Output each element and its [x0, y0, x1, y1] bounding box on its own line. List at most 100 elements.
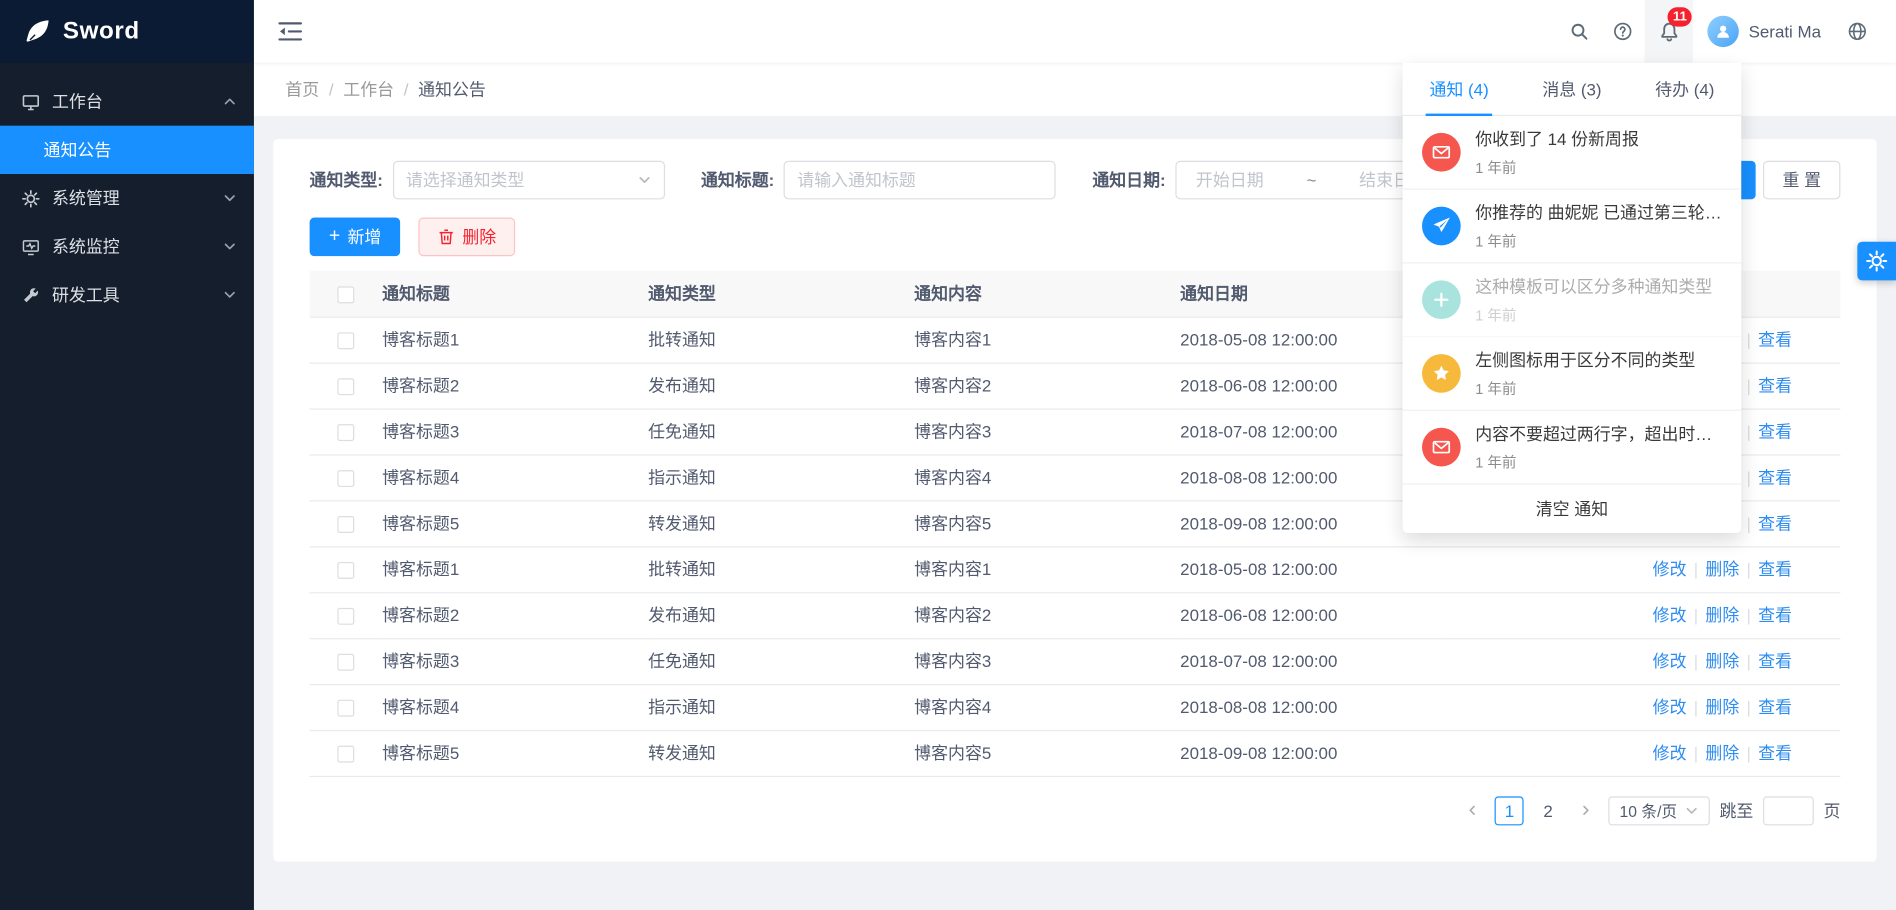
view-link[interactable]: 查看	[1758, 743, 1792, 762]
notice-title: 左侧图标用于区分不同的类型	[1475, 349, 1695, 372]
notice-time: 1 年前	[1475, 451, 1722, 472]
view-link[interactable]: 查看	[1758, 605, 1792, 624]
view-link[interactable]: 查看	[1758, 330, 1792, 349]
prev-page-button[interactable]	[1459, 796, 1486, 825]
delete-link[interactable]: 删除	[1705, 651, 1739, 670]
notifications-button[interactable]: 11	[1645, 0, 1693, 63]
help-icon[interactable]	[1601, 0, 1645, 63]
view-link[interactable]: 查看	[1758, 468, 1792, 487]
edit-link[interactable]: 修改	[1653, 605, 1687, 624]
sidebar-item-system-monitor[interactable]: 系统监控	[0, 222, 254, 270]
action-separator: |	[1694, 651, 1698, 670]
row-checkbox[interactable]	[337, 562, 354, 579]
sidebar-item-system-management[interactable]: 系统管理	[0, 174, 254, 222]
edit-link[interactable]: 修改	[1653, 560, 1687, 579]
trash-icon	[438, 228, 455, 245]
cell-type: 指示通知	[648, 454, 914, 500]
cell-title: 博客标题5	[382, 730, 648, 776]
view-link[interactable]: 查看	[1758, 697, 1792, 716]
notice-item[interactable]: 这种模板可以区分多种通知类型 1 年前	[1403, 263, 1742, 337]
notice-item[interactable]: 左侧图标用于区分不同的类型 1 年前	[1403, 337, 1742, 411]
delete-link[interactable]: 删除	[1705, 605, 1739, 624]
cell-content: 博客内容1	[914, 546, 1180, 592]
clear-notifications-button[interactable]: 清空 通知	[1403, 485, 1742, 533]
tab-notifications[interactable]: 通知 (4)	[1403, 63, 1516, 115]
mail-icon	[1422, 133, 1461, 172]
delete-link[interactable]: 删除	[1705, 697, 1739, 716]
view-link[interactable]: 查看	[1758, 376, 1792, 395]
delete-link[interactable]: 删除	[1705, 743, 1739, 762]
menu-fold-icon[interactable]	[278, 22, 302, 41]
user-menu[interactable]: Serati Ma	[1693, 0, 1836, 63]
cell-date: 2018-06-08 12:00:00	[1180, 592, 1446, 638]
row-checkbox[interactable]	[337, 470, 354, 487]
row-checkbox[interactable]	[337, 700, 354, 717]
cell-type: 任免通知	[648, 408, 914, 454]
notice-title: 你推荐的 曲妮妮 已通过第三轮面试	[1475, 201, 1722, 224]
jump-page-input[interactable]	[1763, 796, 1814, 825]
logo: Sword	[0, 0, 254, 63]
sidebar-item-notice[interactable]: 通知公告	[0, 126, 254, 174]
row-checkbox[interactable]	[337, 333, 354, 350]
view-link[interactable]: 查看	[1758, 651, 1792, 670]
edit-link[interactable]: 修改	[1653, 743, 1687, 762]
notice-item[interactable]: 你推荐的 曲妮妮 已通过第三轮面试 1 年前	[1403, 190, 1742, 264]
cell-title: 博客标题4	[382, 684, 648, 730]
action-separator: |	[1694, 743, 1698, 762]
send-icon	[1422, 207, 1461, 246]
row-checkbox[interactable]	[337, 424, 354, 441]
notice-type-select[interactable]: 请选择通知类型	[393, 161, 665, 200]
cell-type: 发布通知	[648, 592, 914, 638]
row-checkbox[interactable]	[337, 608, 354, 625]
page-size-select[interactable]: 10 条/页	[1609, 796, 1710, 825]
cell-title: 博客标题3	[382, 408, 648, 454]
cell-date: 2018-09-08 12:00:00	[1180, 730, 1446, 776]
notice-item[interactable]: 内容不要超过两行字，超出时自动截断 1 年前	[1403, 411, 1742, 485]
action-separator: |	[1747, 560, 1751, 579]
filter-title-label: 通知标题:	[701, 168, 774, 192]
edit-link[interactable]: 修改	[1653, 697, 1687, 716]
delete-link[interactable]: 删除	[1705, 560, 1739, 579]
col-type: 通知类型	[648, 271, 914, 317]
row-checkbox[interactable]	[337, 654, 354, 671]
row-checkbox[interactable]	[337, 516, 354, 533]
tab-messages[interactable]: 消息 (3)	[1516, 63, 1629, 115]
row-checkbox[interactable]	[337, 746, 354, 763]
notice-title-input[interactable]	[784, 161, 1056, 200]
row-checkbox[interactable]	[337, 378, 354, 395]
notice-item[interactable]: 你收到了 14 份新周报 1 年前	[1403, 116, 1742, 190]
search-icon[interactable]	[1558, 0, 1602, 63]
view-link[interactable]: 查看	[1758, 422, 1792, 441]
chevron-down-icon	[1684, 803, 1699, 818]
action-separator: |	[1747, 743, 1751, 762]
cell-date: 2018-07-08 12:00:00	[1180, 638, 1446, 684]
breadcrumb-workbench[interactable]: 工作台	[343, 77, 394, 101]
theme-settings-button[interactable]	[1857, 242, 1896, 281]
add-button[interactable]: + 新增	[310, 218, 401, 257]
view-link[interactable]: 查看	[1758, 560, 1792, 579]
cell-actions: 修改 | 删除 | 查看	[1446, 730, 1840, 776]
cell-date: 2018-05-08 12:00:00	[1180, 546, 1446, 592]
view-link[interactable]: 查看	[1758, 514, 1792, 533]
sidebar-item-dev-tools[interactable]: 研发工具	[0, 271, 254, 319]
sidebar-item-workbench[interactable]: 工作台	[0, 77, 254, 125]
page-button-2[interactable]: 2	[1534, 796, 1563, 825]
delete-button[interactable]: 删除	[419, 218, 516, 257]
breadcrumb-home[interactable]: 首页	[285, 77, 319, 101]
page-button-1[interactable]: 1	[1495, 796, 1524, 825]
language-globe-icon[interactable]	[1836, 0, 1880, 63]
sidebar-menu: 工作台 通知公告 系统管理 系统监控 研发工具	[0, 63, 254, 319]
tab-todos[interactable]: 待办 (4)	[1628, 63, 1741, 115]
cell-type: 发布通知	[648, 363, 914, 409]
cell-actions: 修改|删除|查看	[1446, 638, 1840, 684]
reset-button[interactable]: 重 置	[1763, 161, 1840, 200]
cell-title: 博客标题1	[382, 317, 648, 363]
next-page-button[interactable]	[1572, 796, 1599, 825]
gear-icon	[22, 189, 40, 207]
pagination: 1 2 10 条/页 跳至 页	[310, 796, 1841, 825]
table-row: 博客标题2 发布通知 博客内容2 2018-06-08 12:00:00 修改|…	[310, 592, 1841, 638]
select-all-checkbox[interactable]	[337, 286, 354, 303]
edit-link[interactable]: 修改	[1653, 651, 1687, 670]
notice-title: 你收到了 14 份新周报	[1475, 127, 1639, 150]
chevron-up-icon	[222, 94, 237, 109]
